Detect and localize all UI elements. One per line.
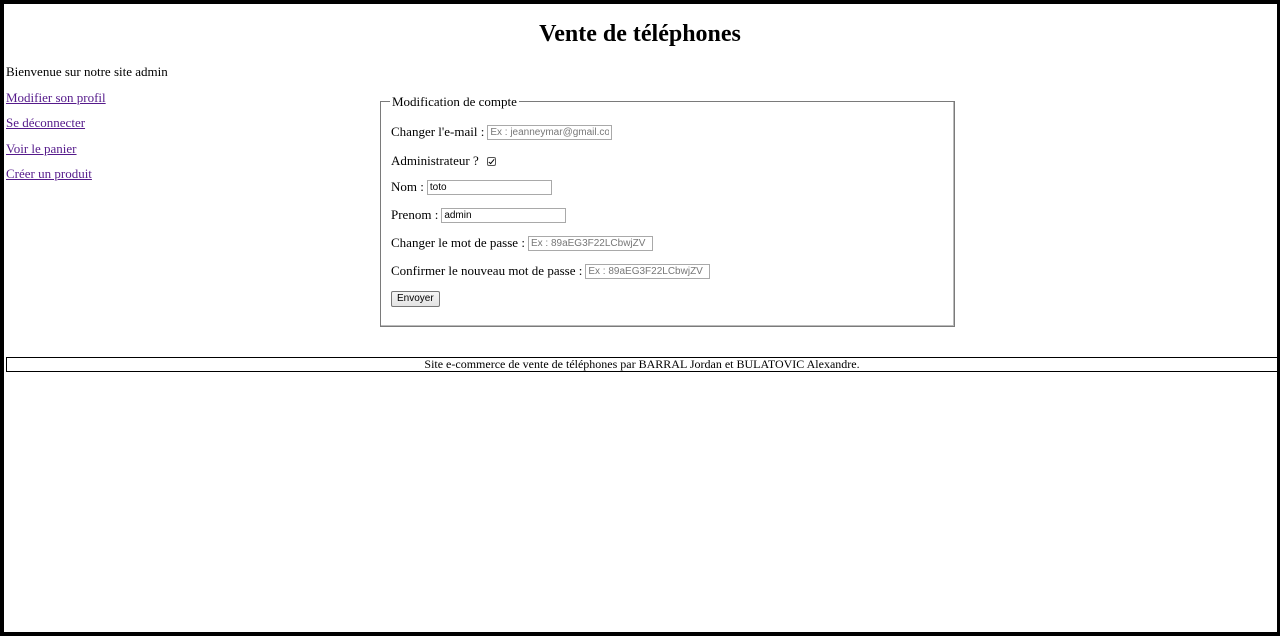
email-label: Changer l'e-mail : [391, 124, 485, 139]
prenom-row: Prenom : [391, 207, 567, 223]
nom-label: Nom : [391, 179, 424, 194]
password-label: Changer le mot de passe : [391, 235, 525, 250]
welcome-text: Bienvenue sur notre site admin [6, 64, 168, 79]
form-legend: Modification de compte [390, 94, 519, 110]
email-row: Changer l'e-mail : [391, 124, 613, 140]
account-form: Modification de compte Changer l'e-mail … [380, 94, 955, 327]
prenom-label: Prenom : [391, 207, 439, 222]
nom-field[interactable] [426, 179, 552, 195]
admin-checkbox[interactable] [486, 156, 496, 166]
email-field[interactable] [487, 124, 613, 140]
link-creer-produit[interactable]: Créer un produit [6, 166, 92, 182]
link-se-deconnecter[interactable]: Se déconnecter [6, 115, 85, 131]
link-voir-panier[interactable]: Voir le panier [6, 141, 77, 157]
nom-row: Nom : [391, 179, 552, 195]
password-row: Changer le mot de passe : [391, 235, 653, 251]
prenom-field[interactable] [441, 207, 567, 223]
link-modifier-profil[interactable]: Modifier son profil [6, 90, 106, 106]
confirm-row: Confirmer le nouveau mot de passe : [391, 263, 711, 279]
admin-label: Administrateur ? [391, 153, 479, 168]
page-title: Vente de téléphones [539, 21, 741, 47]
admin-row: Administrateur ? [391, 153, 496, 169]
confirm-label: Confirmer le nouveau mot de passe : [391, 263, 583, 278]
submit-button[interactable]: Envoyer [391, 291, 440, 307]
password-field[interactable] [527, 235, 653, 251]
confirm-password-field[interactable] [585, 263, 711, 279]
footer: Site e-commerce de vente de téléphones p… [6, 357, 1278, 372]
